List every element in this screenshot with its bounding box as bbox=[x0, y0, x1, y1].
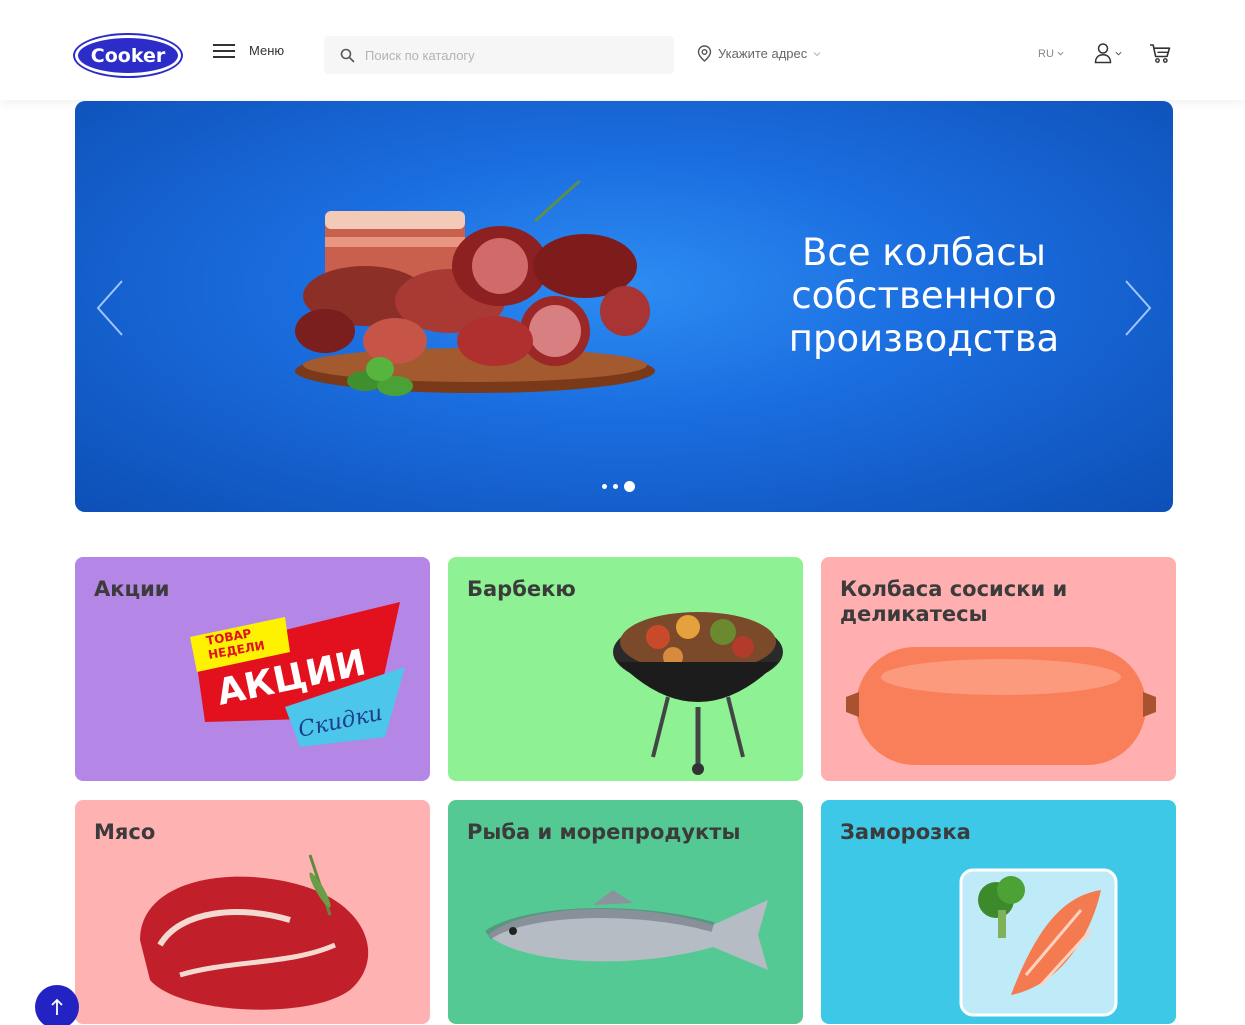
language-label: RU bbox=[1038, 48, 1054, 60]
site-header: Cooker Меню Укажите адрес RU bbox=[0, 0, 1245, 100]
location-pin-icon bbox=[697, 45, 712, 62]
category-card-fish[interactable]: Рыба и морепродукты bbox=[448, 800, 803, 1024]
scroll-to-top-button[interactable] bbox=[35, 985, 79, 1025]
sausage-platter-image bbox=[295, 181, 655, 396]
sausage-image bbox=[846, 647, 1156, 765]
category-title: Заморозка bbox=[840, 820, 971, 844]
ice-cube-image bbox=[959, 868, 1118, 1017]
language-selector[interactable]: RU bbox=[1038, 48, 1064, 60]
slider-dot-active[interactable] bbox=[624, 481, 635, 492]
address-label: Укажите адрес bbox=[718, 46, 808, 61]
slider-dots bbox=[602, 481, 635, 492]
cart-icon bbox=[1150, 44, 1171, 63]
arrow-up-icon bbox=[51, 998, 63, 1015]
chevron-down-icon bbox=[813, 51, 821, 56]
prev-slide-arrow-icon[interactable] bbox=[90, 277, 130, 339]
menu-label: Меню bbox=[249, 43, 285, 58]
promo-badge-image: ТОВАР НЕДЕЛИ АКЦИИ Скидки bbox=[190, 602, 405, 747]
category-card-barbecue[interactable]: Барбекю bbox=[448, 557, 803, 781]
cart-button[interactable] bbox=[1149, 43, 1171, 69]
user-icon bbox=[1094, 43, 1112, 64]
category-title: Барбекю bbox=[467, 577, 576, 601]
slider-dot[interactable] bbox=[602, 484, 607, 489]
category-card-frozen[interactable]: Заморозка bbox=[821, 800, 1176, 1024]
menu-button[interactable]: Меню bbox=[213, 43, 284, 58]
category-title: Мясо bbox=[94, 820, 156, 844]
search-input[interactable] bbox=[365, 47, 655, 63]
search-icon[interactable] bbox=[340, 48, 355, 63]
address-selector[interactable]: Укажите адрес bbox=[697, 45, 821, 62]
category-title: Акции bbox=[94, 577, 170, 601]
category-card-meat[interactable]: Мясо bbox=[75, 800, 430, 1024]
category-card-sausages[interactable]: Колбаса сосиски и деликатесы bbox=[821, 557, 1176, 781]
category-title: Колбаса сосиски и деликатесы bbox=[840, 577, 1068, 626]
logo-text: Cooker bbox=[90, 44, 166, 67]
search-bar bbox=[324, 36, 674, 74]
user-menu-button[interactable] bbox=[1094, 42, 1122, 64]
category-card-promotions[interactable]: Акции ТОВАР НЕДЕЛИ АКЦИИ Скидки bbox=[75, 557, 430, 781]
steak-image bbox=[140, 854, 369, 1010]
next-slide-arrow-icon[interactable] bbox=[1118, 277, 1158, 339]
fish-image bbox=[485, 890, 768, 970]
category-title: Рыба и морепродукты bbox=[467, 820, 741, 844]
hero-banner[interactable]: Все колбасы собственного производства bbox=[75, 101, 1173, 512]
chevron-down-icon bbox=[1115, 51, 1122, 56]
hamburger-icon bbox=[213, 43, 235, 58]
banner-title: Все колбасы собственного производства bbox=[788, 231, 1060, 360]
cooker-logo[interactable]: Cooker bbox=[75, 35, 181, 76]
grill-image bbox=[613, 612, 783, 775]
chevron-down-icon bbox=[1057, 51, 1064, 56]
slider-dot[interactable] bbox=[613, 484, 618, 489]
